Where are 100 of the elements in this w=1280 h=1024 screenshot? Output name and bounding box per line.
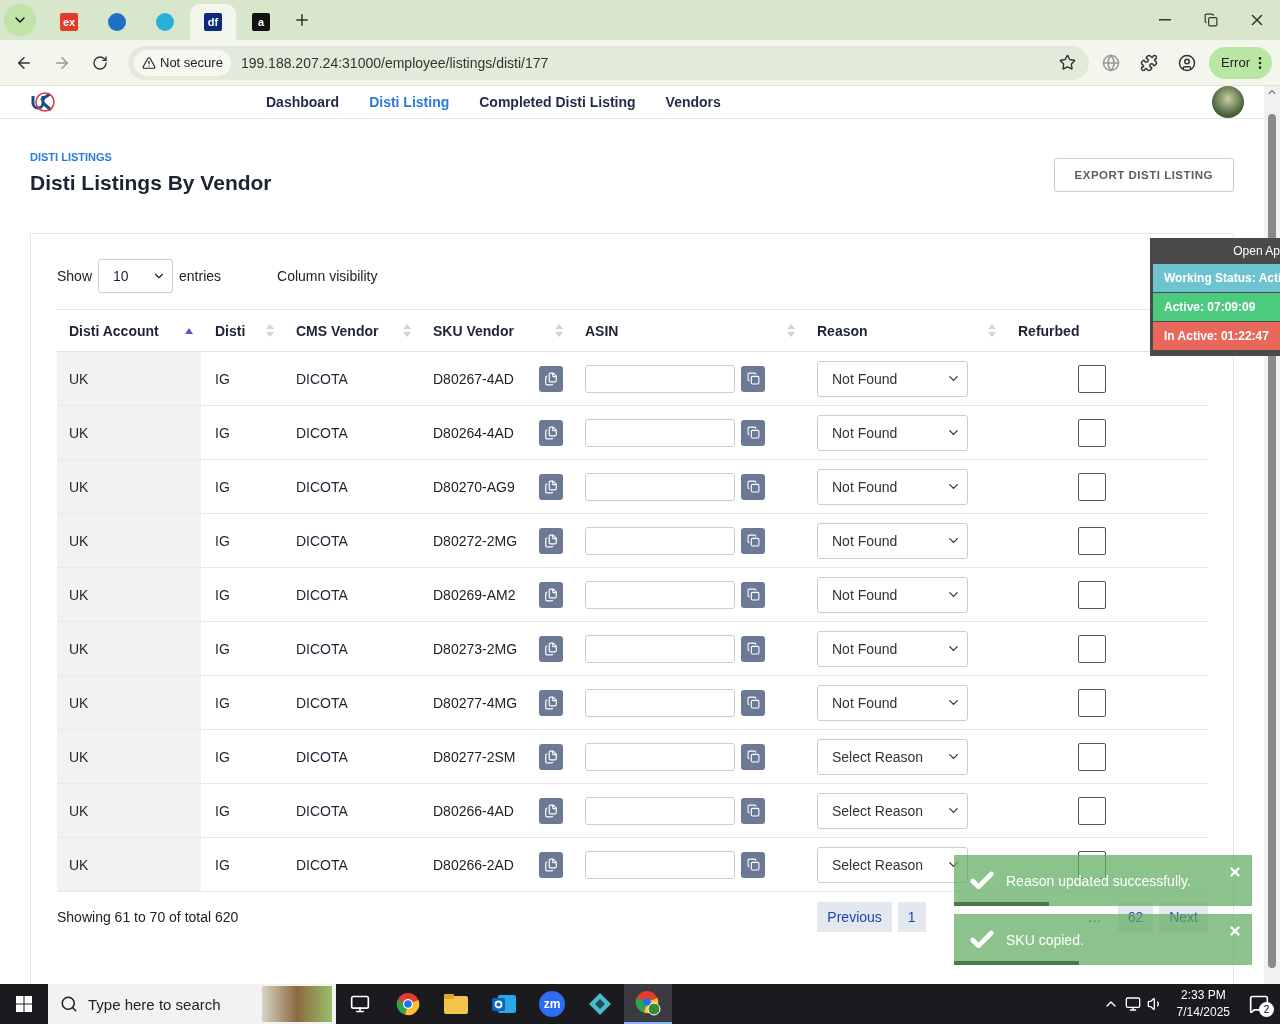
nav-link[interactable]: Disti Listing [369, 94, 450, 110]
copy-sku-button[interactable] [539, 365, 563, 392]
copy-icon [746, 588, 760, 601]
browser-tab[interactable]: a [238, 4, 284, 40]
copy-sku-button[interactable] [539, 743, 563, 770]
refurbed-checkbox[interactable] [1078, 796, 1106, 825]
reason-select[interactable]: Not Found [817, 414, 968, 451]
taskbar-app[interactable] [624, 984, 672, 1024]
column-header[interactable]: Refurbed [1018, 322, 1080, 339]
pagination-button[interactable]: Previous [817, 902, 892, 932]
clock[interactable]: 2:33 PM 7/14/2025 [1168, 987, 1238, 1021]
copy-icon [544, 749, 558, 764]
copy-sku-button[interactable] [539, 419, 563, 446]
nav-link[interactable]: Vendors [665, 94, 721, 110]
paste-button[interactable] [741, 365, 765, 392]
asin-input[interactable] [585, 742, 735, 771]
copy-icon [544, 803, 558, 818]
paste-button[interactable] [741, 689, 765, 716]
table-cell: UK [57, 460, 203, 514]
copy-sku-button[interactable] [539, 473, 563, 500]
breadcrumb: DISTI LISTINGS [30, 151, 113, 163]
reason-select[interactable]: Not Found [817, 522, 968, 559]
copy-sku-button[interactable] [539, 581, 563, 608]
refurbed-checkbox[interactable] [1078, 472, 1106, 501]
asin-input[interactable] [585, 364, 735, 393]
reason-select[interactable]: Select Reason [817, 738, 968, 775]
nav-link[interactable]: Dashboard [266, 94, 340, 110]
taskbar-search[interactable]: Type here to search [48, 984, 336, 1024]
column-visibility-button[interactable]: Column visibility [271, 267, 384, 285]
security-chip[interactable]: Not secure [134, 49, 231, 76]
copy-sku-button[interactable] [539, 527, 563, 554]
copy-sku-button[interactable] [539, 689, 563, 716]
paste-button[interactable] [741, 419, 765, 446]
toast-message: Reason updated successfully. [1006, 872, 1191, 889]
sku-text: D80272-2MG [433, 532, 518, 549]
reason-select[interactable]: Not Found [817, 468, 968, 505]
paste-button[interactable] [741, 797, 765, 824]
url-text[interactable]: 199.188.207.24:31000/employee/listings/disti/177 [240, 54, 1042, 71]
reason-select[interactable]: Select Reason [817, 792, 968, 829]
asin-input[interactable] [585, 526, 735, 555]
pagination-button[interactable]: 1 [897, 902, 926, 932]
refurbed-checkbox[interactable] [1078, 742, 1106, 771]
asin-input[interactable] [585, 418, 735, 447]
refurbed-checkbox[interactable] [1078, 580, 1106, 609]
reason-select[interactable]: Not Found [817, 360, 968, 397]
refurbed-checkbox[interactable] [1078, 688, 1106, 717]
paste-button[interactable] [741, 743, 765, 770]
reason-select[interactable]: Not Found [817, 576, 968, 613]
notification-button[interactable]: 2 [1244, 989, 1274, 1019]
close-button[interactable] [1228, 924, 1242, 938]
notification-count: 2 [1259, 1002, 1274, 1017]
sku-text: D80277-4MG [433, 694, 518, 711]
browser-tab[interactable]: ex [46, 4, 92, 40]
diamond-icon [588, 992, 612, 1016]
close-icon [1228, 865, 1242, 879]
copy-icon [544, 533, 558, 548]
asin-input[interactable] [585, 634, 735, 663]
entries-select[interactable]: 10 [98, 259, 174, 293]
sku-text: D80277-2SM [433, 748, 516, 765]
asin-input[interactable] [585, 472, 735, 501]
asin-input[interactable] [585, 688, 735, 717]
paste-button[interactable] [741, 635, 765, 662]
user-icon [1178, 53, 1197, 72]
asin-input[interactable] [585, 796, 735, 825]
show-label: Show [57, 268, 93, 284]
taskbar-app[interactable]: zm [528, 984, 576, 1024]
page-title: Disti Listings By Vendor [30, 171, 272, 195]
avatar[interactable] [1212, 86, 1244, 118]
asin-input[interactable] [585, 580, 735, 609]
paste-button[interactable] [741, 851, 765, 878]
asin-input[interactable] [585, 850, 735, 879]
paste-button[interactable] [741, 473, 765, 500]
browser-tab[interactable]: df [190, 4, 236, 40]
column-header[interactable]: Disti Account [69, 322, 159, 339]
copy-sku-button[interactable] [539, 851, 563, 878]
reason-select[interactable]: Not Found [817, 684, 968, 721]
column-header[interactable]: SKU Vendor [433, 322, 514, 339]
paste-button[interactable] [741, 527, 765, 554]
status-item: Active: 07:09:09 [1153, 293, 1280, 321]
refurbed-checkbox[interactable] [1078, 418, 1106, 447]
copy-icon [544, 479, 558, 494]
copy-sku-button[interactable] [539, 635, 563, 662]
column-header[interactable]: CMS Vendor [296, 322, 379, 339]
copy-sku-button[interactable] [539, 797, 563, 824]
export-button[interactable]: EXPORT DISTI LISTING [1053, 158, 1234, 192]
error-button[interactable]: Error [1209, 46, 1272, 79]
tab-search-button[interactable] [4, 4, 36, 36]
column-header[interactable]: ASIN [585, 322, 619, 339]
paste-button[interactable] [741, 581, 765, 608]
nav-link[interactable]: Completed Disti Listing [479, 94, 636, 110]
column-header[interactable]: Disti [215, 322, 246, 339]
refurbed-checkbox[interactable] [1078, 526, 1106, 555]
network-icon[interactable] [1124, 996, 1141, 1012]
table-cell: UK [57, 352, 203, 406]
reason-select[interactable]: Not Found [817, 630, 968, 667]
refurbed-checkbox[interactable] [1078, 364, 1106, 393]
refurbed-checkbox[interactable] [1078, 634, 1106, 663]
close-button[interactable] [1228, 865, 1242, 879]
toast-message: SKU copied. [1006, 931, 1084, 948]
column-header[interactable]: Reason [817, 322, 868, 339]
